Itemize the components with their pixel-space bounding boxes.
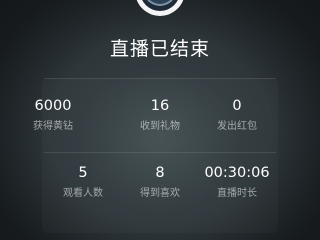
stat-duration: 00:30:06 直播时长 (192, 164, 282, 200)
stat-value: 00:30:06 (204, 165, 270, 181)
stat-red-packets: 0 发出红包 (192, 97, 282, 133)
stat-label: 发出红包 (217, 121, 257, 132)
stat-label: 直播时长 (217, 188, 257, 199)
stat-value: 6000 (34, 98, 72, 114)
stat-label: 获得黄钻 (33, 121, 73, 132)
stat-value: 0 (232, 98, 242, 114)
divider-top (44, 78, 276, 79)
stat-diamonds: 6000 获得黄钻 (8, 97, 98, 133)
page-title: 直播已结束 (109, 38, 210, 60)
divider-middle (44, 152, 276, 153)
